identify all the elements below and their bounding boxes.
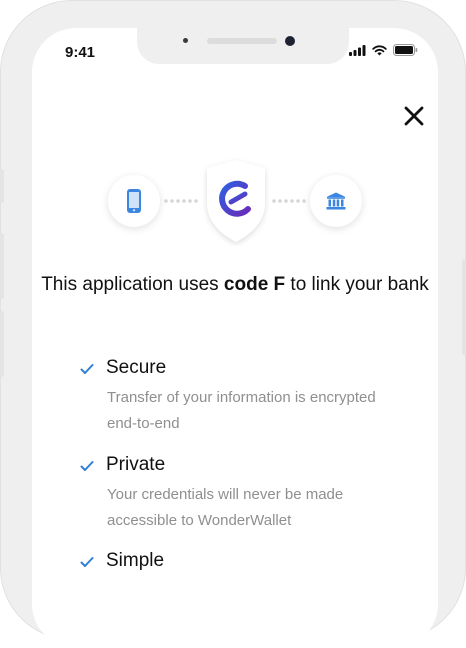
phone-screen: 9:41 This application uses code F to lin… <box>32 28 438 648</box>
volume-up-button <box>0 233 4 299</box>
phone-badge <box>108 175 160 227</box>
feature-description: Your credentials will never be made acce… <box>107 486 344 529</box>
sensor-dot <box>183 38 188 43</box>
mute-switch <box>0 169 4 203</box>
connection-illustration <box>106 156 364 256</box>
shield-badge <box>207 160 265 242</box>
notch <box>137 28 349 64</box>
feature-title: Simple <box>106 550 165 571</box>
feature-description: Transfer of your information is encrypte… <box>107 389 376 432</box>
status-icons <box>349 44 418 56</box>
headline: This application uses code F to link you… <box>32 272 438 297</box>
battery-icon <box>393 44 418 56</box>
front-camera <box>285 36 295 46</box>
headline-brand: code F <box>223 274 286 295</box>
bank-icon <box>326 192 346 210</box>
phone-frame: 9:41 This application uses code F to lin… <box>0 0 466 648</box>
headline-prefix: This application uses <box>41 274 224 295</box>
check-icon <box>80 557 94 567</box>
speaker-grille <box>207 38 277 44</box>
signal-icon <box>349 44 366 56</box>
phone-icon <box>127 189 141 213</box>
headline-suffix: to link your bank <box>285 274 429 295</box>
bank-badge <box>310 175 362 227</box>
feature-title: Private <box>106 454 166 475</box>
feature-title: Secure <box>106 357 167 378</box>
close-icon[interactable] <box>403 105 425 127</box>
power-button <box>462 259 466 355</box>
status-time: 9:41 <box>65 44 96 61</box>
volume-down-button <box>0 311 4 377</box>
check-icon <box>80 461 94 471</box>
wifi-icon <box>372 44 387 55</box>
check-icon <box>80 364 94 374</box>
